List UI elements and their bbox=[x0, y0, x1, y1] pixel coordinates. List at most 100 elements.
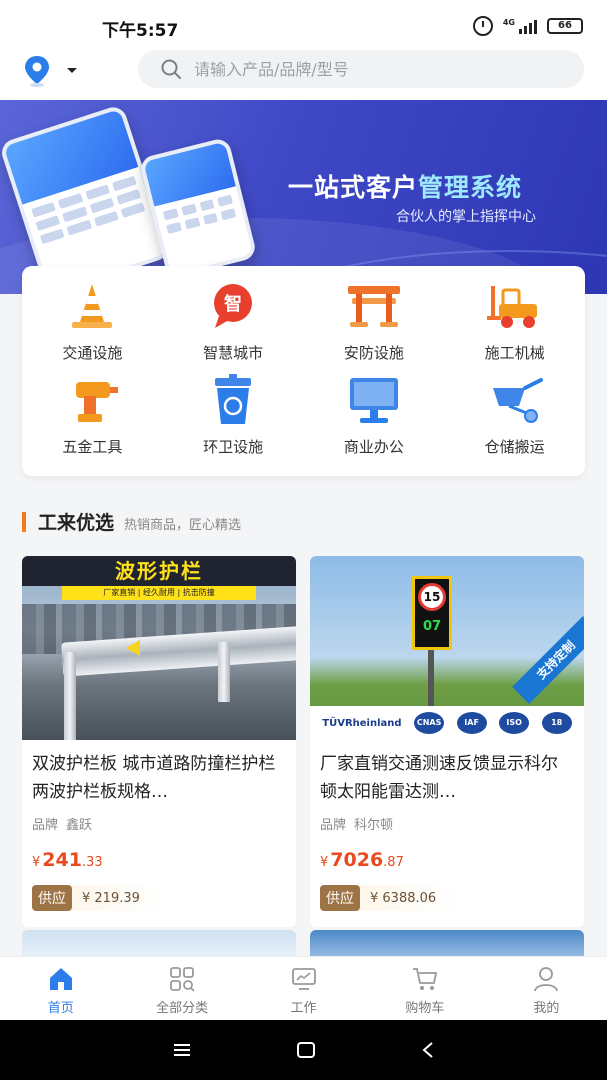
category-commercial-office[interactable]: 商业办公 bbox=[304, 374, 445, 468]
signal-icon: 4G bbox=[503, 18, 537, 34]
product-image-strip: 厂家直销 | 经久耐用 | 抗击防撞 bbox=[62, 586, 256, 600]
recycle-bin-icon bbox=[215, 374, 252, 424]
iaf-badge: IAF bbox=[456, 712, 487, 734]
speed-limit-value: 15 bbox=[418, 583, 446, 611]
currency-symbol: ¥ bbox=[320, 855, 329, 870]
section-header: 工来优选 热销商品，匠心精选 bbox=[22, 508, 241, 535]
price-integer: 241 bbox=[42, 849, 82, 871]
tab-all-categories[interactable]: 全部分类 bbox=[121, 957, 242, 1020]
smart-city-icon: 智 bbox=[214, 284, 253, 328]
brand-label: 品牌 bbox=[32, 818, 59, 833]
supply-tag: 供应 bbox=[32, 885, 72, 911]
supply-tag: 供应 bbox=[320, 885, 360, 911]
category-grid-icon bbox=[170, 967, 195, 992]
category-label: 智慧城市 bbox=[203, 344, 264, 362]
banner-title-main: 一站式客户 bbox=[288, 173, 419, 202]
product-name: 厂家直销交通测速反馈显示科尔顿太阳能雷达测… bbox=[320, 754, 558, 802]
category-label: 五金工具 bbox=[62, 438, 123, 456]
barrier-icon bbox=[347, 286, 400, 327]
product-image-heading: 波形护栏 bbox=[22, 556, 296, 586]
category-label: 仓储搬运 bbox=[484, 438, 545, 456]
category-sanitation-facilities[interactable]: 环卫设施 bbox=[163, 374, 304, 468]
speed-sign: 15 07 bbox=[412, 576, 452, 650]
brand-label: 品牌 bbox=[320, 818, 347, 833]
home-icon bbox=[49, 968, 72, 990]
supply-price: ¥ 219.39 bbox=[82, 890, 140, 906]
status-bar: 下午5:57 4G 66 bbox=[0, 0, 607, 48]
home-square-icon[interactable] bbox=[296, 1041, 316, 1059]
category-hardware-tools[interactable]: 五金工具 bbox=[22, 374, 163, 468]
traffic-cone-icon bbox=[72, 284, 113, 328]
tab-mine[interactable]: 我的 bbox=[486, 957, 607, 1020]
category-label: 安防设施 bbox=[343, 344, 404, 362]
supply-price-badge: 供应 ¥ 219.39 bbox=[32, 885, 162, 911]
status-time: 下午5:57 bbox=[102, 21, 179, 41]
product-card[interactable]: 15 07 支持定制 TÜVRheinland CNAS IAF ISO 18 … bbox=[310, 556, 584, 927]
guardrail-post bbox=[218, 642, 230, 702]
tab-work[interactable]: 工作 bbox=[243, 957, 364, 1020]
category-label: 商业办公 bbox=[343, 438, 404, 456]
product-image[interactable]: 波形护栏 厂家直销 | 经久耐用 | 抗击防撞 bbox=[22, 556, 296, 740]
supply-price: ¥ 6388.06 bbox=[370, 890, 437, 906]
tab-label: 我的 bbox=[533, 1001, 560, 1016]
product-name: 双波护栏板 城市道路防撞栏护栏两波护栏板规格… bbox=[32, 754, 276, 802]
section-subtitle: 热销商品，匠心精选 bbox=[124, 518, 242, 533]
forklift-icon bbox=[486, 286, 537, 328]
location-selector[interactable] bbox=[22, 54, 86, 88]
search-icon bbox=[161, 59, 181, 79]
promo-banner[interactable]: 一站式客户管理系统 合伙人的掌上指挥中心 bbox=[0, 100, 607, 294]
cart-icon bbox=[412, 968, 438, 990]
sign-pole bbox=[428, 650, 434, 710]
category-grid-card: 交通设施 智 智慧城市 安防设施 施工机械 五金工具 环卫设施 商业办公 仓储搬… bbox=[22, 266, 585, 476]
banner-title-highlight: 管理系统 bbox=[418, 173, 523, 202]
category-smart-city[interactable]: 智 智慧城市 bbox=[163, 280, 304, 374]
brand-value: 鑫跃 bbox=[66, 818, 93, 833]
category-security-facilities[interactable]: 安防设施 bbox=[304, 280, 445, 374]
tuv-logo: TÜVRheinland bbox=[322, 717, 402, 729]
back-icon[interactable] bbox=[421, 1041, 435, 1059]
price-decimal: .33 bbox=[81, 855, 103, 870]
guardrail-post bbox=[64, 652, 76, 740]
category-warehouse-handling[interactable]: 仓储搬运 bbox=[444, 374, 585, 468]
price-decimal: .87 bbox=[383, 855, 404, 870]
product-card[interactable]: 波形护栏 厂家直销 | 经久耐用 | 抗击防撞 双波护栏板 城市道路防撞栏护栏两… bbox=[22, 556, 296, 927]
category-construction-machinery[interactable]: 施工机械 bbox=[444, 280, 585, 374]
tab-home[interactable]: 首页 bbox=[0, 957, 121, 1020]
alarm-icon bbox=[472, 16, 493, 36]
product-price: ¥241.33 bbox=[22, 833, 296, 871]
banner-title: 一站式客户管理系统 bbox=[288, 168, 522, 204]
tab-cart[interactable]: 购物车 bbox=[364, 957, 485, 1020]
cert-18-badge: 18 bbox=[541, 712, 572, 734]
category-traffic-facilities[interactable]: 交通设施 bbox=[22, 280, 163, 374]
app-screen: 下午5:57 4G 66 请输入产品/品牌/型号 一站式客户管理系统 合伙人的掌… bbox=[0, 0, 607, 1080]
product-brand: 品牌 科尔顿 bbox=[310, 806, 584, 833]
tab-label: 全部分类 bbox=[156, 1001, 209, 1016]
customization-ribbon: 支持定制 bbox=[512, 616, 584, 704]
product-price: ¥7026.87 bbox=[310, 833, 584, 871]
tab-label: 购物车 bbox=[405, 1001, 445, 1016]
work-monitor-icon bbox=[291, 968, 316, 990]
product-image[interactable]: 15 07 支持定制 TÜVRheinland CNAS IAF ISO 18 bbox=[310, 556, 584, 740]
category-label: 施工机械 bbox=[484, 344, 545, 362]
tab-label: 工作 bbox=[290, 1001, 317, 1016]
brand-value: 科尔顿 bbox=[354, 818, 394, 833]
bottom-tab-bar: 首页 全部分类 工作 购物车 我的 bbox=[0, 956, 607, 1020]
product-brand: 品牌 鑫跃 bbox=[22, 806, 296, 833]
search-bar[interactable] bbox=[138, 50, 584, 88]
supply-price-badge: 供应 ¥ 6388.06 bbox=[320, 885, 459, 911]
chevron-down-icon bbox=[67, 68, 77, 73]
network-label: 4G bbox=[502, 18, 515, 27]
search-input[interactable] bbox=[194, 59, 554, 79]
wheelbarrow-icon bbox=[492, 378, 543, 423]
drill-icon bbox=[76, 382, 119, 422]
location-pin-icon bbox=[25, 56, 49, 87]
menu-icon[interactable] bbox=[172, 1042, 192, 1058]
tab-label: 首页 bbox=[47, 1001, 74, 1016]
certification-strip: TÜVRheinland CNAS IAF ISO 18 bbox=[310, 706, 584, 740]
svg-text:智: 智 bbox=[224, 293, 242, 315]
section-title: 工来优选 bbox=[38, 512, 115, 534]
monitor-icon bbox=[349, 378, 398, 423]
currency-symbol: ¥ bbox=[32, 855, 41, 870]
battery-icon: 66 bbox=[547, 18, 583, 34]
category-label: 环卫设施 bbox=[203, 438, 264, 456]
